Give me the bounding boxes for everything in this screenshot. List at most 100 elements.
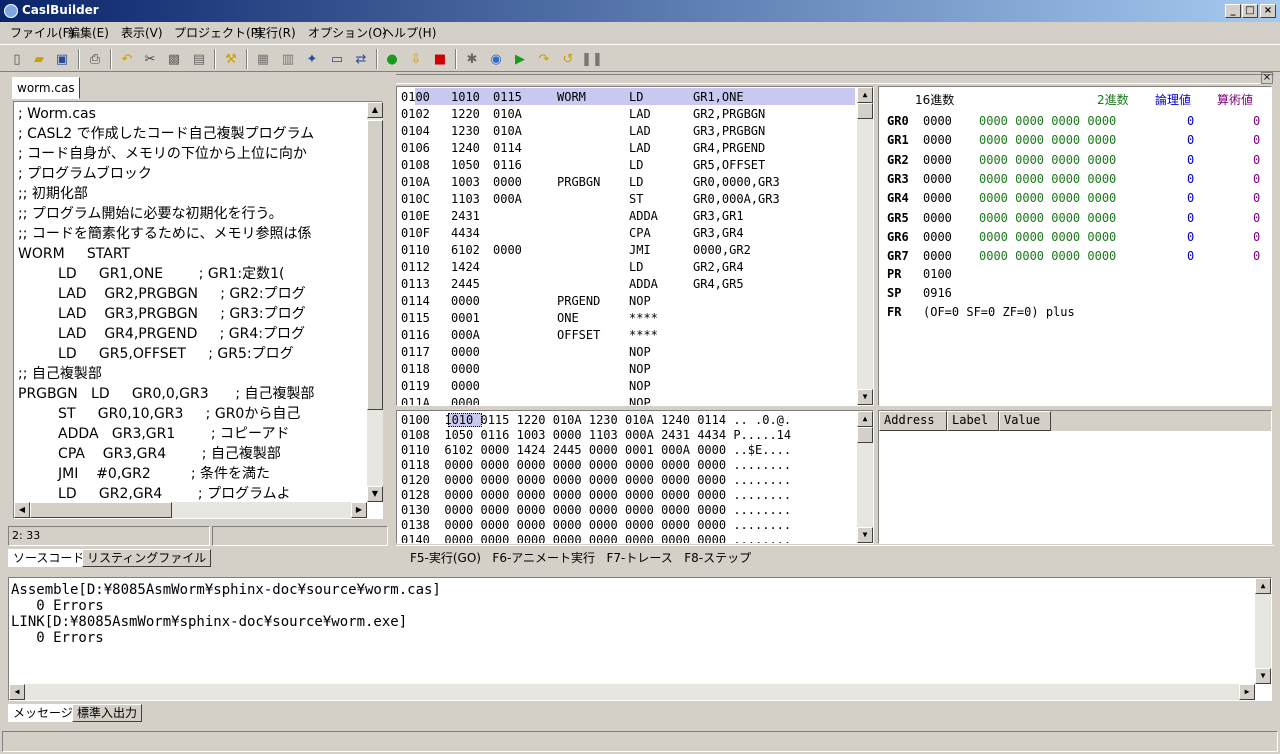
menu-run[interactable]: 実行(R) — [254, 24, 296, 41]
scroll-down-icon[interactable]: ▼ — [857, 389, 873, 405]
paste-icon[interactable]: ▤ — [190, 50, 208, 68]
column-value[interactable]: Value — [999, 411, 1051, 431]
source-line[interactable]: ;; プログラム開始に必要な初期化を行う。 — [18, 204, 283, 224]
source-line[interactable]: ;; コードを簡素化するために、メモリ参照は係 — [18, 224, 311, 244]
pause-icon[interactable]: ❚❚ — [581, 50, 603, 68]
memory-row[interactable]: 0120 0000 0000 0000 0000 0000 0000 0000 … — [401, 473, 791, 488]
load-icon[interactable]: ⇄ — [352, 50, 370, 68]
source-line[interactable]: JMI #0,GR2 ; 条件を満た — [18, 464, 270, 484]
binary-icon[interactable]: ▥ — [279, 50, 297, 68]
menu-edit[interactable]: 編集(E) — [68, 24, 109, 41]
scroll-right-icon[interactable]: ▶ — [1239, 684, 1255, 700]
step-out-icon[interactable]: ↺ — [559, 50, 577, 68]
new-file-icon[interactable]: ▯ — [8, 50, 26, 68]
scroll-down-icon[interactable]: ▼ — [857, 527, 873, 543]
scroll-thumb[interactable] — [857, 427, 873, 443]
run-icon[interactable]: ● — [383, 50, 401, 68]
source-line[interactable]: ; Worm.cas — [18, 104, 96, 124]
scroll-up-icon[interactable]: ▲ — [857, 87, 873, 103]
source-line[interactable]: WORM START — [18, 244, 130, 264]
source-line[interactable]: ;; 自己複製部 — [18, 364, 102, 384]
menu-file[interactable]: ファイル(F) — [10, 24, 74, 41]
hscroll-thumb[interactable] — [30, 502, 172, 518]
editor-hscrollbar[interactable]: ◀ ▶ — [14, 502, 367, 518]
memory-row[interactable]: 0140 0000 0000 0000 0000 0000 0000 0000 … — [401, 533, 791, 543]
message-vscrollbar[interactable]: ▲ ▼ — [1255, 578, 1271, 684]
tab-listing-file[interactable]: リスティングファイル — [82, 549, 212, 567]
scroll-up-icon[interactable]: ▲ — [367, 102, 383, 118]
source-line[interactable]: PRGBGN LD GR0,0,GR3 ; 自己複製部 — [18, 384, 315, 404]
memory-row[interactable]: 0118 0000 0000 0000 0000 0000 0000 0000 … — [401, 458, 791, 473]
copy-icon[interactable]: ▩ — [165, 50, 183, 68]
scroll-thumb[interactable] — [857, 103, 873, 119]
memory-row[interactable]: 0130 0000 0000 0000 0000 0000 0000 0000 … — [401, 503, 791, 518]
save-icon[interactable]: ▣ — [53, 50, 71, 68]
panel-close-icon[interactable]: × — [1261, 72, 1273, 84]
editor-vscrollbar[interactable]: ▲ ▼ — [367, 102, 383, 502]
scroll-left-icon[interactable]: ◀ — [9, 684, 25, 700]
source-line[interactable]: ; CASL2 で作成したコード自己複製プログラム — [18, 124, 314, 144]
tab-worm-cas[interactable]: worm.cas — [12, 77, 80, 99]
source-line[interactable]: ST GR0,10,GR3 ; GR0から自己 — [18, 404, 300, 424]
open-folder-icon[interactable]: ▰ — [30, 50, 48, 68]
memory-dump-view[interactable]: 0100 1010 0115 1220 010A 1230 010A 1240 … — [396, 410, 874, 544]
assemble-icon[interactable]: ⚒ — [222, 50, 240, 68]
memory-row[interactable]: 0110 6102 0000 1424 2445 0000 0001 000A … — [401, 443, 791, 458]
menu-view[interactable]: 表示(V) — [121, 24, 163, 41]
source-line[interactable]: ;; 初期化部 — [18, 184, 88, 204]
tab-stdio[interactable]: 標準入出力 — [72, 704, 143, 722]
step-into-icon[interactable]: ⇩ — [407, 50, 425, 68]
play-icon[interactable]: ▶ — [511, 50, 529, 68]
debug-icon[interactable]: ✱ — [463, 50, 481, 68]
source-line[interactable]: LAD GR3,PRGBGN ; GR3:プログ — [18, 304, 306, 324]
link-icon[interactable]: ✦ — [303, 50, 321, 68]
message-output[interactable]: Assemble[D:¥8085AsmWorm¥sphinx-doc¥sourc… — [8, 577, 1272, 701]
maximize-button[interactable]: □ — [1242, 4, 1258, 18]
scroll-left-icon[interactable]: ◀ — [14, 502, 30, 518]
column-address[interactable]: Address — [879, 411, 947, 431]
label-table[interactable]: Address Label Value — [878, 410, 1272, 544]
scroll-up-icon[interactable]: ▲ — [857, 411, 873, 427]
tab-source-code[interactable]: ソースコード — [8, 549, 90, 567]
step-over-icon[interactable]: ↷ — [535, 50, 553, 68]
source-line[interactable]: ; コード自身が、メモリの下位から上位に向か — [18, 144, 307, 164]
scroll-up-icon[interactable]: ▲ — [1255, 578, 1271, 594]
source-line[interactable]: LAD GR2,PRGBGN ; GR2:プログ — [18, 284, 306, 304]
menu-project[interactable]: プロジェクト(P) — [174, 24, 263, 41]
memory-row[interactable]: 0128 0000 0000 0000 0000 0000 0000 0000 … — [401, 488, 791, 503]
source-line[interactable]: LD GR1,ONE ; GR1:定数1( — [18, 264, 284, 284]
monitor-icon[interactable]: ▭ — [328, 50, 346, 68]
source-line[interactable]: LAD GR4,PRGEND ; GR4:プログ — [18, 324, 305, 344]
source-line[interactable]: ADDA GR3,GR1 ; コピーアド — [18, 424, 289, 444]
column-label[interactable]: Label — [947, 411, 999, 431]
disasm-vscrollbar[interactable]: ▲ ▼ — [857, 87, 873, 405]
scroll-right-icon[interactable]: ▶ — [351, 502, 367, 518]
source-line[interactable]: CPA GR3,GR4 ; 自己複製部 — [18, 444, 281, 464]
disassembly-view[interactable]: 0100 1010 0115 WORM LD GR1,ONE 0102 1220 010A LAD… — [396, 86, 874, 406]
disasm-mnemonic: LAD — [629, 107, 651, 121]
message-hscrollbar[interactable]: ◀ ▶ — [9, 684, 1255, 700]
memory-row[interactable]: 0100 1010 0115 1220 010A 1230 010A 1240 … — [401, 413, 791, 428]
memory-vscrollbar[interactable]: ▲ ▼ — [857, 411, 873, 543]
memory-row[interactable]: 0138 0000 0000 0000 0000 0000 0000 0000 … — [401, 518, 791, 533]
scroll-down-icon[interactable]: ▼ — [367, 486, 383, 502]
cut-icon[interactable]: ✂ — [141, 50, 159, 68]
close-button[interactable]: × — [1260, 4, 1276, 18]
tab-messages[interactable]: メッセージ — [8, 704, 78, 722]
scroll-down-icon[interactable]: ▼ — [1255, 668, 1271, 684]
source-editor[interactable]: ; Worm.cas; CASL2 で作成したコード自己複製プログラム; コード… — [13, 101, 383, 519]
menu-options[interactable]: オプション(O) — [308, 24, 387, 41]
source-line[interactable]: LD GR5,OFFSET ; GR5:プログ — [18, 344, 294, 364]
stop-icon[interactable]: ■ — [431, 50, 449, 68]
disasm-mnemonic: NOP — [629, 294, 651, 308]
scroll-thumb[interactable] — [367, 120, 383, 410]
source-line[interactable]: LD GR2,GR4 ; プログラムよ — [18, 484, 291, 504]
undo-icon[interactable]: ↶ — [118, 50, 136, 68]
print-icon[interactable]: ⎙ — [86, 50, 104, 68]
listing-icon[interactable]: ▦ — [254, 50, 272, 68]
memory-row[interactable]: 0108 1050 0116 1003 0000 1103 000A 2431 … — [401, 428, 791, 443]
menu-help[interactable]: ヘルプ(H) — [382, 24, 436, 41]
go-icon[interactable]: ◉ — [487, 50, 505, 68]
minimize-button[interactable]: _ — [1225, 4, 1241, 18]
source-line[interactable]: ; プログラムブロック — [18, 164, 152, 184]
